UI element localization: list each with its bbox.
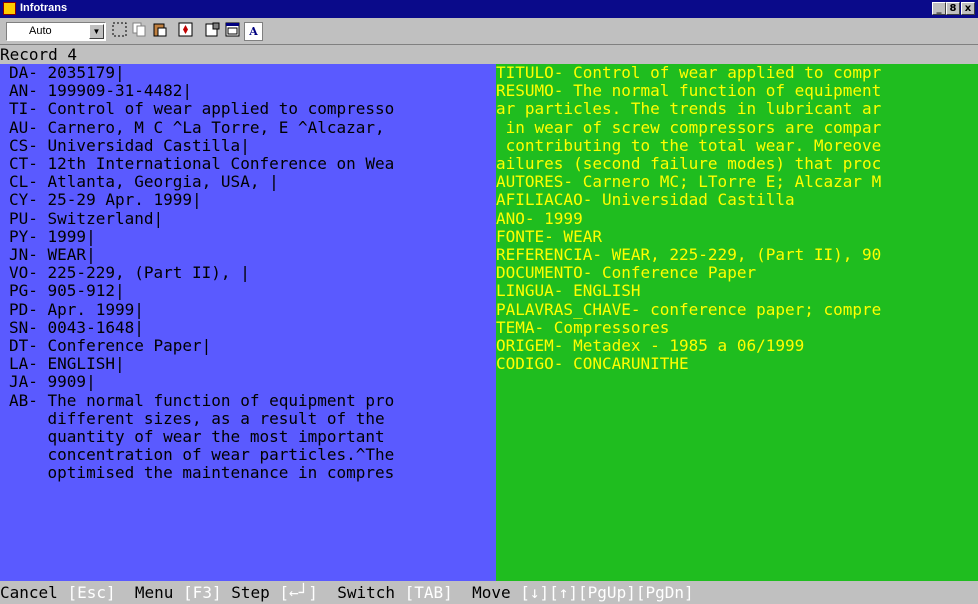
properties-icon[interactable] — [203, 22, 222, 41]
paste-icon[interactable] — [150, 22, 169, 41]
enter-key[interactable]: [←┘] — [279, 583, 318, 602]
record-field-line: PY- 1999| — [9, 226, 96, 246]
title-bar[interactable]: Infotrans _ 8 x — [0, 0, 978, 18]
record-field-line: PG- 905-912| — [9, 281, 125, 301]
translated-field-line: ORIGEM- Metadex - 1985 a 06/1999 — [496, 336, 805, 355]
translated-field-line: AFILIACAO- Universidad Castilla — [496, 190, 795, 210]
record-field-line: AU- Carnero, M C ^La Torre, E ^Alcazar, — [9, 117, 385, 137]
record-field-line: optimised the maintenance in compres — [9, 463, 395, 483]
record-field-line: CS- Universidad Castilla| — [9, 135, 250, 155]
record-field-line: CT- 12th International Conference on Wea — [9, 154, 395, 173]
font-size-select[interactable]: Auto ▼ — [6, 22, 106, 41]
record-field-line: quantity of wear the most important — [9, 427, 385, 446]
translated-field-line: REFERENCIA- WEAR, 225-229, (Part II), 90 — [496, 245, 882, 264]
select-icon[interactable] — [110, 22, 129, 41]
record-field-line: PU- Switzerland| — [9, 208, 164, 228]
minimize-button[interactable]: _ — [932, 2, 946, 15]
cancel-label[interactable]: Cancel — [0, 583, 58, 602]
tab-key[interactable]: [TAB] — [405, 583, 453, 602]
record-field-line: concentration of wear particles.^The — [9, 445, 395, 465]
record-header: Record 4 — [0, 46, 978, 65]
translated-field-line: contributing to the total wear. Moreove — [496, 135, 882, 155]
record-field-line: PD- Apr. 1999| — [9, 299, 144, 319]
record-field-line: AB- The normal function of equipment pro — [9, 390, 395, 410]
record-fields-pane[interactable]: DA- 2035179| AN- 199909-31-4482| TI- Contr… — [0, 64, 496, 581]
switch-label[interactable]: Switch — [337, 583, 395, 602]
app-icon[interactable] — [3, 2, 16, 15]
record-field-line: LA- ENGLISH| — [9, 354, 125, 374]
record-field-line: different sizes, as a result of the — [9, 408, 385, 428]
record-field-line: AN- 199909-31-4482| — [9, 81, 193, 101]
record-field-line: DT- Conference Paper| — [9, 336, 212, 355]
step-label[interactable]: Step — [231, 583, 270, 602]
window-title: Infotrans — [20, 2, 68, 14]
font-size-value: Auto — [29, 25, 52, 37]
record-field-line: CY- 25-29 Apr. 1999| — [9, 190, 202, 210]
record-field-line: DA- 2035179| — [9, 64, 125, 82]
copy-icon[interactable] — [130, 22, 149, 41]
move-label[interactable]: Move — [472, 583, 511, 602]
translated-field-line: RESUMO- The normal function of equipment — [496, 81, 882, 101]
translated-field-line: PALAVRAS_CHAVE- conference paper; compre — [496, 299, 882, 319]
translated-field-line: AUTORES- Carnero MC; LTorre E; Alcazar M — [496, 172, 882, 192]
record-field-line: JA- 9909| — [9, 372, 96, 392]
translated-field-line: FONTE- WEAR — [496, 226, 602, 246]
maximize-button[interactable]: 8 — [946, 2, 960, 15]
record-field-line: CL- Atlanta, Georgia, USA, | — [9, 172, 279, 192]
record-field-line: TI- Control of wear applied to compresso — [9, 99, 395, 119]
font-icon[interactable]: A — [244, 22, 263, 41]
toolbar: Auto ▼ A — [0, 18, 978, 45]
menu-label[interactable]: Menu — [135, 583, 174, 602]
record-field-line: VO- 225-229, (Part II), | — [9, 263, 250, 283]
fullscreen-icon[interactable] — [176, 22, 195, 41]
translated-fields-pane[interactable]: TITULO- Control of wear applied to compr… — [496, 64, 978, 581]
move-keys[interactable]: [↓][↑][PgUp][PgDn] — [520, 583, 693, 602]
chevron-down-icon[interactable]: ▼ — [89, 24, 104, 39]
background-icon[interactable] — [223, 22, 242, 41]
translated-field-line: ar particles. The trends in lubricant ar — [496, 99, 882, 119]
esc-key[interactable]: [Esc] — [67, 583, 115, 602]
translated-field-line: in wear of screw compressors are compar — [496, 117, 882, 137]
f3-key[interactable]: [F3] — [183, 583, 222, 602]
record-field-line: JN- WEAR| — [9, 245, 96, 264]
translated-field-line: TITULO- Control of wear applied to compr — [496, 64, 882, 82]
translated-field-line: CODIGO- CONCARUNITHE — [496, 354, 689, 374]
close-button[interactable]: x — [961, 2, 975, 15]
status-bar: Cancel [Esc] Menu [F3] Step [←┘] Switch … — [0, 581, 978, 604]
record-field-line: SN- 0043-1648| — [9, 317, 144, 337]
translated-field-line: DOCUMENTO- Conference Paper — [496, 263, 757, 283]
translated-field-line: ailures (second failure modes) that proc — [496, 154, 882, 173]
translated-field-line: LINGUA- ENGLISH — [496, 281, 641, 301]
translated-field-line: TEMA- Compressores — [496, 317, 670, 337]
translated-field-line: ANO- 1999 — [496, 208, 583, 228]
terminal-screen: Record 4 DA- 2035179| AN- 199909-31-4482|… — [0, 46, 978, 604]
